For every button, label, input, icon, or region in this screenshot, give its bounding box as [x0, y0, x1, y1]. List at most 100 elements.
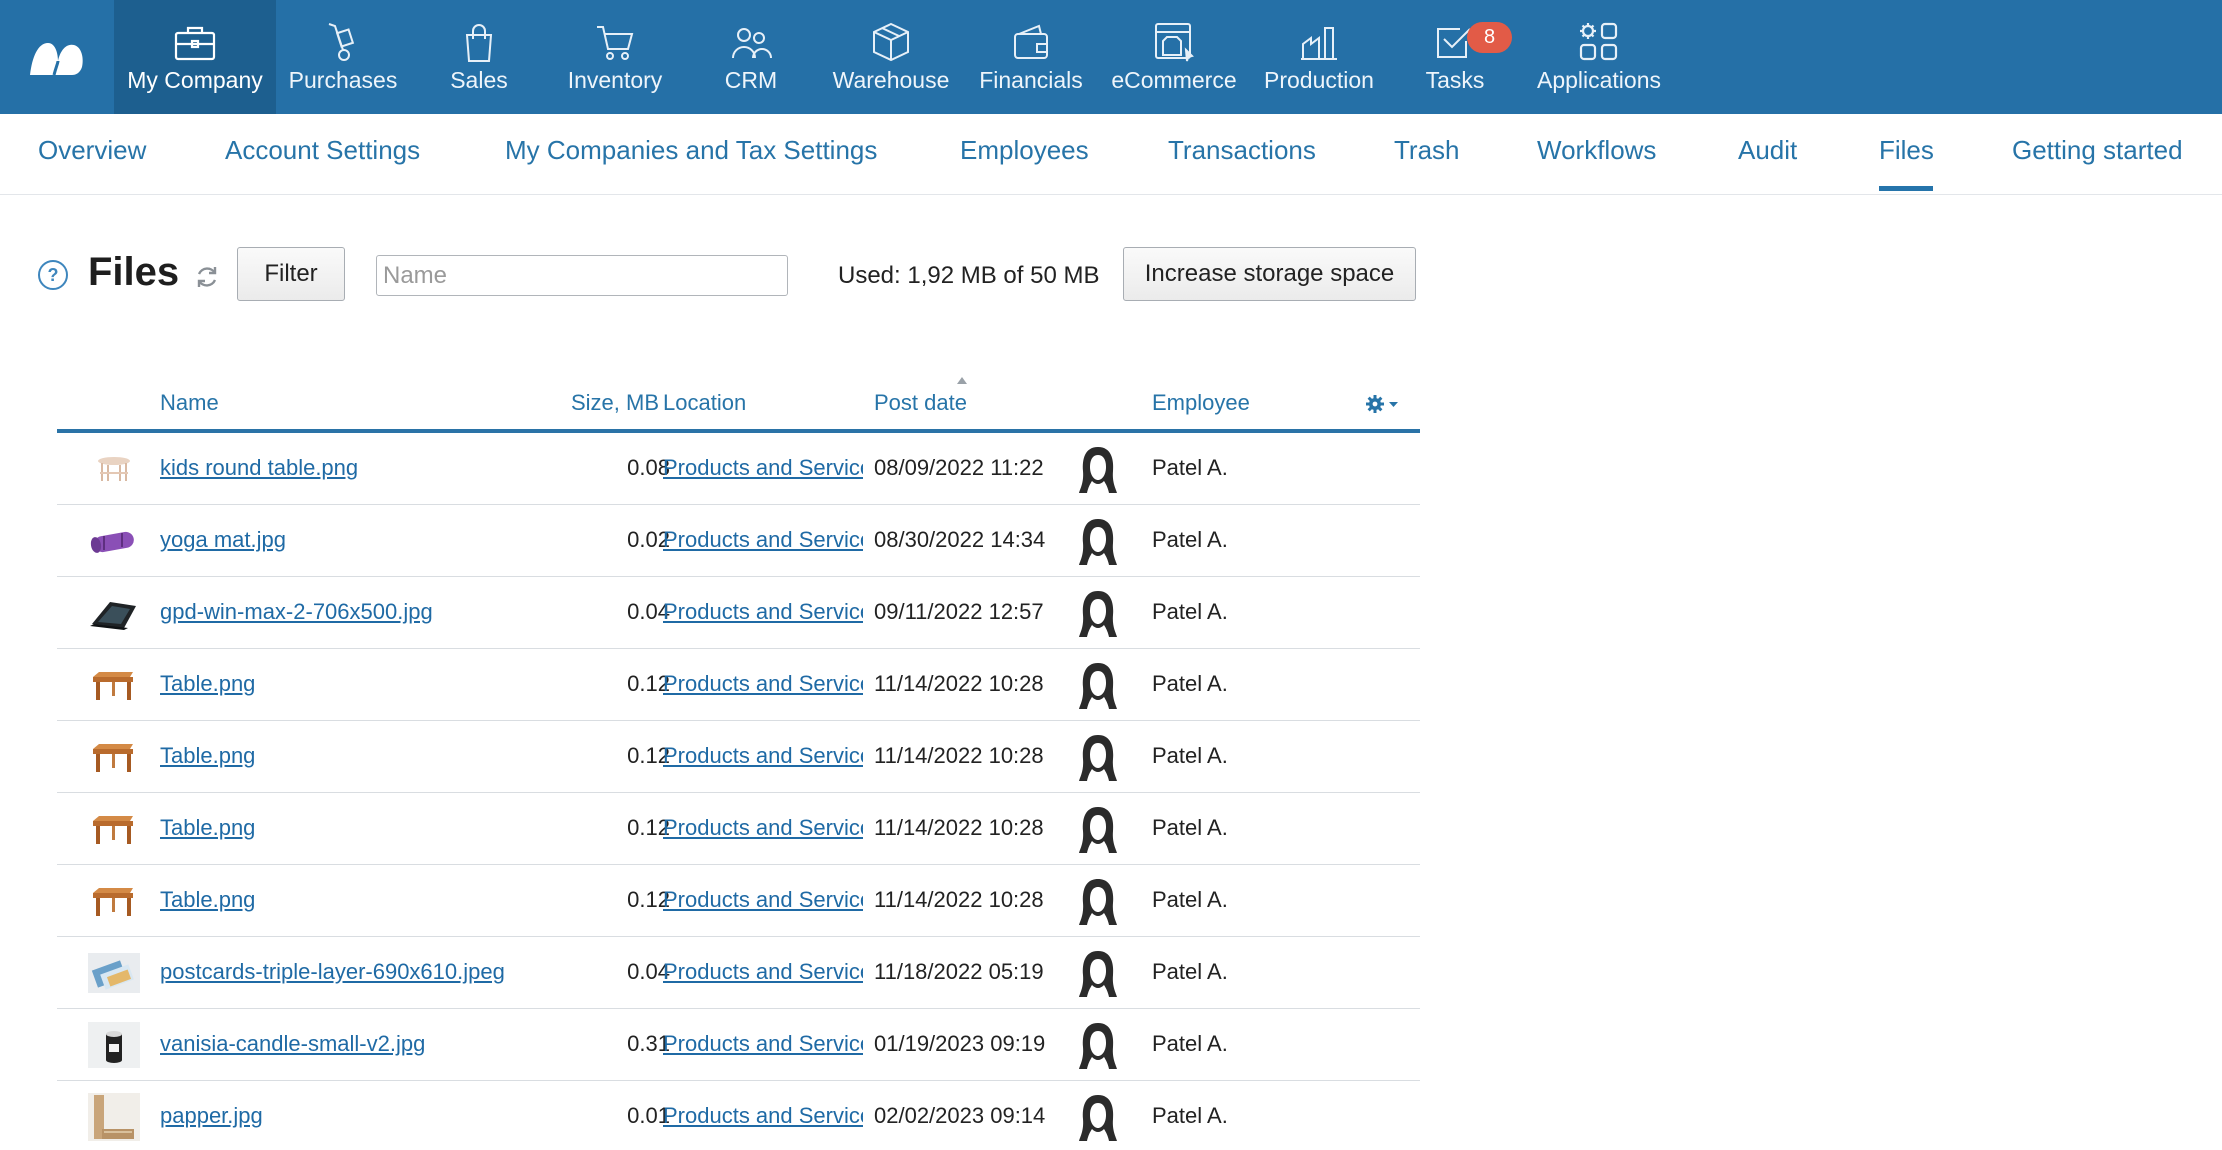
file-thumbnail[interactable]: [87, 447, 141, 491]
file-name-link[interactable]: gpd-win-max-2-706x500.jpg: [160, 599, 433, 625]
name-search-input[interactable]: [376, 255, 788, 296]
file-post-date: 08/09/2022 11:22: [874, 455, 1044, 480]
tab-employees[interactable]: Employees: [960, 135, 1089, 166]
file-size: 0.12: [627, 887, 670, 912]
file-location-link[interactable]: Products and Services: [663, 671, 863, 697]
file-location-link[interactable]: Products and Services: [663, 455, 863, 481]
table-row[interactable]: Table.png 0.12 Products and Services 11/14/…: [57, 793, 1420, 865]
table-row[interactable]: papper.jpg 0.01 Products and Services 02/02…: [57, 1081, 1420, 1150]
file-thumbnail[interactable]: [87, 879, 141, 923]
tab-getting-started[interactable]: Getting started: [2012, 135, 2183, 166]
file-thumbnail[interactable]: [87, 735, 141, 779]
employee-name: Patel A.: [1152, 1103, 1228, 1128]
nav-item-label: Financials: [979, 67, 1083, 93]
tab-audit[interactable]: Audit: [1738, 135, 1797, 166]
nav-item-sales[interactable]: Sales: [410, 0, 548, 114]
file-name-link[interactable]: postcards-triple-layer-690x610.jpeg: [160, 959, 505, 985]
file-size: 0.04: [627, 959, 670, 984]
employee-name: Patel A.: [1152, 959, 1228, 984]
employee-name: Patel A.: [1152, 743, 1228, 768]
table-row[interactable]: Table.png 0.12 Products and Services 11/14/…: [57, 649, 1420, 721]
nav-item-financials[interactable]: Financials: [962, 0, 1100, 114]
file-name-link[interactable]: Table.png: [160, 887, 255, 913]
app-logo[interactable]: [0, 0, 114, 114]
column-header-post-date[interactable]: Post date: [874, 390, 967, 416]
file-name-link[interactable]: Table.png: [160, 743, 255, 769]
tab-trash[interactable]: Trash: [1394, 135, 1460, 166]
employee-avatar-icon: [1077, 661, 1119, 711]
tab-workflows[interactable]: Workflows: [1537, 135, 1656, 166]
nav-item-label: CRM: [724, 67, 778, 93]
column-settings-gear-icon[interactable]: [1366, 393, 1402, 420]
filter-button[interactable]: Filter: [237, 247, 345, 301]
table-row[interactable]: yoga mat.jpg 0.02 Products and Services 08/…: [57, 505, 1420, 577]
tab-overview[interactable]: Overview: [38, 135, 146, 166]
nav-item-label: My Company: [127, 67, 263, 93]
table-row[interactable]: vanisia-candle-small-v2.jpg 0.31 Products …: [57, 1009, 1420, 1081]
file-size: 0.01: [627, 1103, 670, 1128]
briefcase-icon: [173, 19, 217, 65]
nav-item-label: Applications: [1536, 67, 1662, 93]
nav-item-crm[interactable]: CRM: [682, 0, 820, 114]
table-row[interactable]: Table.png 0.12 Products and Services 11/14/…: [57, 865, 1420, 937]
increase-storage-button[interactable]: Increase storage space: [1123, 247, 1416, 301]
nav-item-label: eCommerce: [1111, 67, 1237, 93]
nav-item-tasks[interactable]: Tasks: [1390, 0, 1520, 114]
nav-item-production[interactable]: Production: [1248, 0, 1390, 114]
nav-item-label: Production: [1264, 67, 1374, 93]
file-thumbnail[interactable]: [87, 1022, 141, 1068]
cart-icon: [594, 19, 636, 65]
file-location-link[interactable]: Products and Services: [663, 815, 863, 841]
nav-item-ecommerce[interactable]: eCommerce: [1100, 0, 1248, 114]
nav-item-inventory[interactable]: Inventory: [548, 0, 682, 114]
refresh-icon[interactable]: [194, 264, 220, 290]
tab-my-companies-tax-settings[interactable]: My Companies and Tax Settings: [505, 135, 877, 166]
file-name-link[interactable]: yoga mat.jpg: [160, 527, 286, 553]
file-thumbnail[interactable]: [87, 663, 141, 707]
nav-item-label: Inventory: [567, 67, 663, 93]
file-location-link[interactable]: Products and Services: [663, 1103, 863, 1129]
employee-avatar-icon: [1077, 445, 1119, 495]
file-thumbnail[interactable]: [87, 951, 141, 995]
column-header-name[interactable]: Name: [160, 390, 219, 416]
column-header-employee[interactable]: Employee: [1152, 390, 1250, 416]
employee-name: Patel A.: [1152, 527, 1228, 552]
file-thumbnail[interactable]: [87, 519, 141, 563]
table-row[interactable]: gpd-win-max-2-706x500.jpg 0.04 Products an…: [57, 577, 1420, 649]
table-row[interactable]: kids round table.png 0.08 Products and Ser…: [57, 433, 1420, 505]
file-name-link[interactable]: kids round table.png: [160, 455, 358, 481]
nav-item-my-company[interactable]: My Company: [114, 0, 276, 114]
tab-account-settings[interactable]: Account Settings: [225, 135, 420, 166]
nav-item-applications[interactable]: Applications: [1520, 0, 1678, 114]
file-location-link[interactable]: Products and Services: [663, 527, 863, 553]
nav-item-label: Warehouse: [832, 67, 950, 93]
table-row[interactable]: postcards-triple-layer-690x610.jpeg 0.04 P…: [57, 937, 1420, 1009]
file-location-link[interactable]: Products and Services: [663, 959, 863, 985]
file-post-date: 01/19/2023 09:19: [874, 1031, 1046, 1056]
tab-transactions[interactable]: Transactions: [1168, 135, 1316, 166]
file-name-link[interactable]: Table.png: [160, 671, 255, 697]
column-header-location[interactable]: Location: [663, 390, 746, 416]
file-post-date: 09/11/2022 12:57: [874, 599, 1044, 624]
nav-item-warehouse[interactable]: Warehouse: [820, 0, 962, 114]
table-row[interactable]: Table.png 0.12 Products and Services 11/14/…: [57, 721, 1420, 793]
file-location-link[interactable]: Products and Services: [663, 887, 863, 913]
employee-avatar-icon: [1077, 805, 1119, 855]
file-location-link[interactable]: Products and Services: [663, 599, 863, 625]
file-thumbnail[interactable]: [87, 591, 141, 635]
apps-grid-icon: [1577, 19, 1621, 65]
help-icon[interactable]: ?: [38, 260, 68, 290]
file-size: 0.08: [627, 455, 670, 480]
file-name-link[interactable]: papper.jpg: [160, 1103, 263, 1129]
file-thumbnail[interactable]: [87, 807, 141, 851]
column-header-size[interactable]: Size, MB: [571, 390, 659, 416]
file-name-link[interactable]: Table.png: [160, 815, 255, 841]
tab-files[interactable]: Files: [1879, 135, 1934, 166]
nav-item-purchases[interactable]: Purchases: [276, 0, 410, 114]
file-name-link[interactable]: vanisia-candle-small-v2.jpg: [160, 1031, 425, 1057]
file-location-link[interactable]: Products and Services: [663, 743, 863, 769]
file-post-date: 02/02/2023 09:14: [874, 1103, 1046, 1128]
file-thumbnail[interactable]: [87, 1093, 141, 1141]
employee-avatar-icon: [1077, 517, 1119, 567]
file-location-link[interactable]: Products and Services: [663, 1031, 863, 1057]
